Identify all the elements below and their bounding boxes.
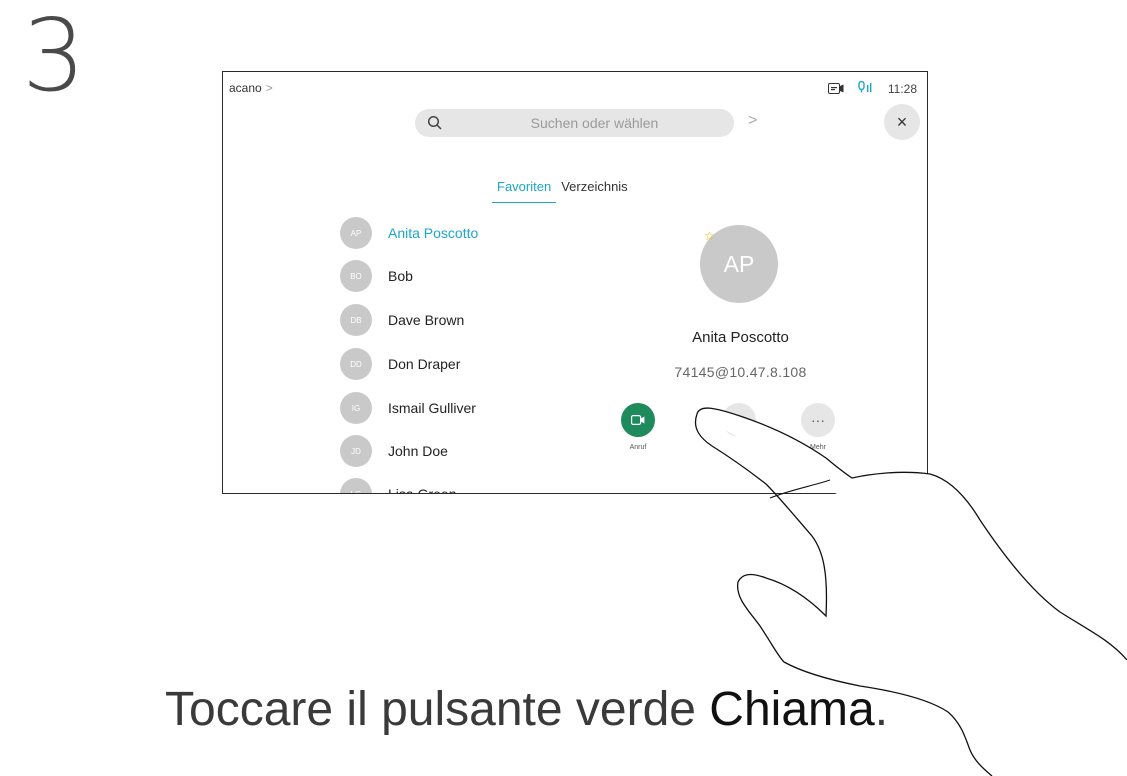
- more-icon: ···: [801, 403, 835, 437]
- contact-name: Bob: [388, 268, 413, 284]
- phone-icon: [722, 403, 756, 437]
- tab-bar: Favoriten Verzeichnis: [492, 178, 633, 203]
- contact-detail-name: Anita Poscotto: [692, 329, 789, 346]
- step-number: 3: [22, 0, 86, 114]
- avatar: DD: [340, 348, 372, 380]
- call-button-label: Anruf: [629, 444, 647, 451]
- avatar: DB: [340, 304, 372, 336]
- list-item[interactable]: DB Dave Brown: [340, 304, 464, 336]
- search-input[interactable]: Suchen oder wählen: [415, 109, 734, 137]
- audio-call-button[interactable]: [709, 403, 769, 444]
- clock: 11:28: [887, 81, 917, 96]
- avatar: IG: [340, 392, 372, 424]
- call-button[interactable]: Anruf: [608, 403, 668, 451]
- breadcrumb-label: acano: [229, 81, 262, 95]
- favorite-star-icon: ☆: [704, 229, 715, 243]
- avatar: AP: [340, 217, 372, 249]
- tab-favorites[interactable]: Favoriten: [492, 178, 557, 203]
- contact-name: John Doe: [388, 443, 448, 459]
- list-item[interactable]: JD John Doe: [340, 435, 448, 467]
- contact-detail-address: 74145@10.47.8.108: [674, 364, 807, 380]
- close-button[interactable]: ×: [884, 104, 920, 140]
- avatar: LG: [340, 478, 372, 493]
- list-item[interactable]: DD Don Draper: [340, 348, 460, 380]
- contact-name: Dave Brown: [388, 312, 465, 328]
- chevron-right-icon: >: [265, 81, 273, 95]
- tab-directory[interactable]: Verzeichnis: [556, 178, 632, 202]
- contact-name: Don Draper: [388, 356, 461, 372]
- search-go-button[interactable]: >: [748, 112, 757, 130]
- search-placeholder: Suchen oder wählen: [530, 115, 659, 131]
- instruction-prefix: Toccare il pulsante verde: [165, 683, 710, 736]
- instruction-suffix: .: [874, 683, 889, 736]
- breadcrumb[interactable]: acano >: [229, 81, 273, 95]
- self-view-icon[interactable]: [827, 83, 844, 94]
- list-item[interactable]: BO Bob: [340, 260, 413, 292]
- instruction-bold: Chiama: [709, 683, 875, 736]
- avatar: BO: [340, 260, 372, 292]
- device-screen: acano > 11:28 Suchen oder wählen > × Favo…: [222, 71, 928, 494]
- microphone-icon[interactable]: [858, 80, 874, 96]
- status-bar: 11:28: [827, 80, 917, 96]
- close-icon: ×: [896, 111, 908, 132]
- list-item[interactable]: LG Lisa Green: [340, 478, 457, 494]
- instruction-text: Toccare il pulsante verde Chiama.: [165, 682, 888, 737]
- contact-name: Ismail Gulliver: [388, 400, 476, 416]
- list-item[interactable]: IG Ismail Gulliver: [340, 392, 476, 424]
- contact-name: Anita Poscotto: [388, 225, 479, 241]
- avatar: JD: [340, 435, 372, 467]
- more-button[interactable]: ··· Mehr: [788, 403, 848, 451]
- video-call-icon: [621, 403, 655, 437]
- contact-name: Lisa Green: [388, 486, 457, 494]
- more-button-label: Mehr: [810, 444, 826, 451]
- list-item[interactable]: AP Anita Poscotto: [340, 217, 478, 249]
